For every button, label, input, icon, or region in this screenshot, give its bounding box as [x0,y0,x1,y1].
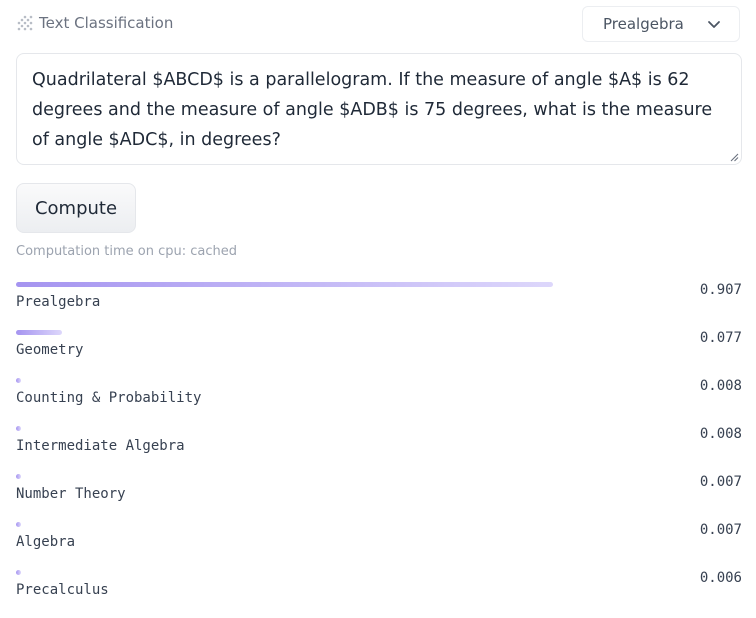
result-row: Geometry 0.077 [16,330,742,378]
result-label: Geometry [16,342,84,358]
result-row: Algebra 0.007 [16,522,742,570]
compute-button-label: Compute [34,197,118,219]
input-text[interactable]: Quadrilateral $ABCD$ is a parallelogram.… [32,65,727,155]
result-row: Precalculus 0.006 [16,570,742,618]
confidence-bar [16,522,21,527]
page-title: Text Classification [39,14,174,32]
result-row: Intermediate Algebra 0.008 [16,426,742,474]
results-list: Prealgebra 0.907 Geometry 0.077 Counting & P… [16,282,742,618]
confidence-bar [16,330,62,335]
result-label: Algebra [16,534,76,550]
confidence-bar [16,570,21,575]
result-score: 0.077 [699,330,742,346]
resize-handle-icon[interactable] [729,152,739,162]
result-score: 0.008 [699,426,742,442]
result-row: Counting & Probability 0.008 [16,378,742,426]
result-row: Prealgebra 0.907 [16,282,742,330]
result-score: 0.006 [699,570,742,586]
result-score: 0.007 [699,522,742,538]
confidence-bar [16,426,21,431]
result-score: 0.907 [699,282,742,298]
result-label: Number Theory [16,486,126,502]
confidence-bar [16,378,21,383]
widget-header: Text Classification [16,10,173,36]
compute-button[interactable]: Compute [16,183,136,233]
result-label: Prealgebra [16,294,101,310]
confidence-bar [16,282,553,287]
computation-time: Computation time on cpu: cached [16,244,238,259]
result-label: Precalculus [16,582,109,598]
model-select-value: Prealgebra [603,15,684,33]
result-label: Intermediate Algebra [16,438,185,454]
result-label: Counting & Probability [16,390,202,406]
label-icon [17,15,33,31]
model-select[interactable]: Prealgebra [582,6,740,42]
chevron-down-icon [708,21,720,28]
confidence-bar [16,474,21,479]
input-textarea[interactable]: Quadrilateral $ABCD$ is a parallelogram.… [16,53,742,165]
result-score: 0.008 [699,378,742,394]
result-row: Number Theory 0.007 [16,474,742,522]
result-score: 0.007 [699,474,742,490]
